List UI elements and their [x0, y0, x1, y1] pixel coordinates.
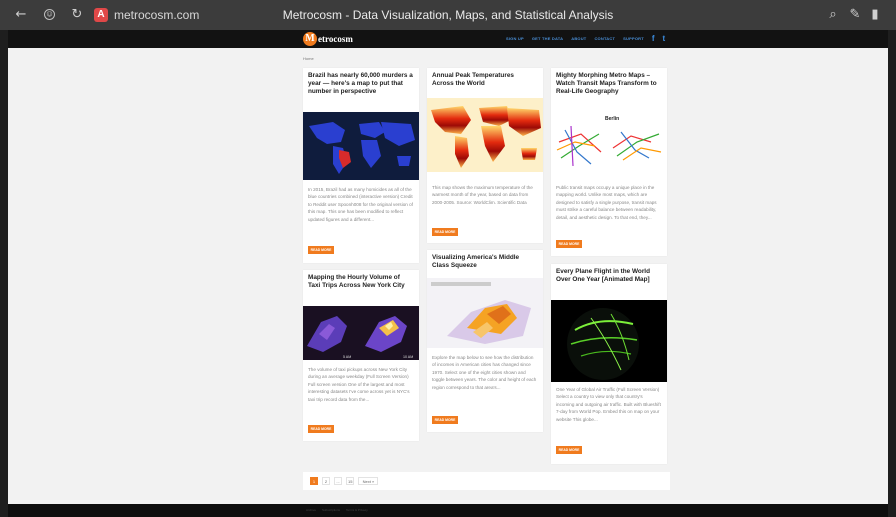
- read-more-button[interactable]: READ MORE: [432, 416, 458, 424]
- article-card: Mapping the Hourly Volume of Taxi Trips …: [303, 270, 419, 441]
- shield-user-icon[interactable]: ☺: [44, 9, 55, 20]
- breadcrumb[interactable]: Home: [303, 56, 314, 61]
- url-text[interactable]: metrocosm.com: [114, 8, 199, 22]
- browser-titlebar: ← ☺ ↻ A metrocosm.com Metrocosm - Data V…: [0, 0, 896, 30]
- card-excerpt: This map shows the maximum temperature o…: [432, 185, 533, 205]
- main-nav: SIGN UP GET THE DATA ABOUT CONTACT SUPPO…: [506, 34, 665, 43]
- page-15-button[interactable]: 15: [346, 477, 355, 485]
- card-title[interactable]: Visualizing America's Middle Class Squee…: [432, 254, 537, 270]
- reload-icon[interactable]: ↻: [70, 8, 84, 22]
- read-more-button[interactable]: READ MORE: [432, 228, 458, 236]
- card-title[interactable]: Brazil has nearly 60,000 murders a year …: [308, 72, 413, 96]
- article-card: Every Plane Flight in the World Over One…: [551, 264, 667, 464]
- logo-mark: M: [303, 32, 317, 46]
- nav-about[interactable]: ABOUT: [571, 36, 586, 41]
- card-image-brazil-world-map[interactable]: [303, 112, 419, 180]
- article-card: Mighty Morphing Metro Maps – Watch Trans…: [551, 68, 667, 256]
- nav-get-the-data[interactable]: GET THE DATA: [532, 36, 563, 41]
- card-image-income-3d-map[interactable]: [427, 278, 543, 348]
- site-footer: Archive Subscriptions Terms & Privacy: [8, 504, 888, 517]
- extensions-icon[interactable]: ✎: [848, 8, 862, 22]
- footer-link[interactable]: Archive: [306, 508, 316, 512]
- read-more-button[interactable]: READ MORE: [556, 240, 582, 248]
- footer-link[interactable]: Terms & Privacy: [346, 508, 368, 512]
- article-card: Annual Peak Temperatures Across the Worl…: [427, 68, 543, 243]
- read-more-button[interactable]: READ MORE: [308, 246, 334, 254]
- next-page-button[interactable]: Next »: [358, 477, 379, 485]
- card-title[interactable]: Annual Peak Temperatures Across the Worl…: [432, 72, 537, 88]
- card-image-flights-globe[interactable]: [551, 300, 667, 382]
- card-image-metro-map[interactable]: Berlin: [551, 112, 667, 182]
- card-title[interactable]: Every Plane Flight in the World Over One…: [556, 268, 661, 284]
- nav-contact[interactable]: CONTACT: [594, 36, 615, 41]
- address-bar[interactable]: A metrocosm.com: [94, 7, 199, 23]
- footer-link[interactable]: Subscriptions: [322, 508, 340, 512]
- card-image-nyc-taxi-map[interactable]: 5 AM 10 AM: [303, 306, 419, 360]
- taxi-map-label: 5 AM: [343, 355, 351, 359]
- twitter-icon[interactable]: t: [663, 34, 666, 43]
- card-excerpt: One Year of Global Air Traffic (Full Scr…: [556, 387, 661, 422]
- article-card: Brazil has nearly 60,000 murders a year …: [303, 68, 419, 263]
- card-excerpt: Explore the map below to see how the dis…: [432, 355, 537, 390]
- page-content: Home Brazil has nearly 60,000 murders a …: [8, 48, 888, 504]
- card-title[interactable]: Mighty Morphing Metro Maps – Watch Trans…: [556, 72, 661, 96]
- read-more-button[interactable]: READ MORE: [556, 446, 582, 454]
- search-icon[interactable]: ⌕: [826, 8, 840, 22]
- site-header: M etrocosm SIGN UP GET THE DATA ABOUT CO…: [8, 30, 888, 48]
- metro-map-city-label: Berlin: [605, 116, 619, 122]
- pagination: 1 2 ... 15 Next »: [303, 472, 670, 490]
- card-excerpt: The volume of taxi pickups across New Yo…: [308, 367, 410, 402]
- read-more-button[interactable]: READ MORE: [308, 425, 334, 433]
- card-excerpt: Public transit maps occupy a unique plac…: [556, 185, 657, 220]
- article-card: Visualizing America's Middle Class Squee…: [427, 250, 543, 432]
- nav-support[interactable]: SUPPORT: [623, 36, 644, 41]
- page-ellipsis: ...: [334, 477, 342, 485]
- page-1-button[interactable]: 1: [310, 477, 318, 485]
- facebook-icon[interactable]: f: [652, 34, 655, 43]
- brave-shield-icon[interactable]: A: [94, 8, 108, 22]
- card-excerpt: In 2015, Brazil had as many homicides as…: [308, 187, 413, 222]
- bookmark-icon[interactable]: ▮: [868, 8, 882, 22]
- taxi-map-label: 10 AM: [403, 355, 413, 359]
- footer-links: Archive Subscriptions Terms & Privacy: [306, 508, 368, 512]
- nav-sign-up[interactable]: SIGN UP: [506, 36, 524, 41]
- page-2-button[interactable]: 2: [322, 477, 330, 485]
- site-logo[interactable]: M etrocosm: [303, 32, 353, 46]
- card-image-world-temperature-map[interactable]: [427, 98, 543, 172]
- logo-text: etrocosm: [318, 34, 353, 44]
- card-title[interactable]: Mapping the Hourly Volume of Taxi Trips …: [308, 274, 413, 290]
- back-arrow-icon[interactable]: ←: [14, 8, 28, 22]
